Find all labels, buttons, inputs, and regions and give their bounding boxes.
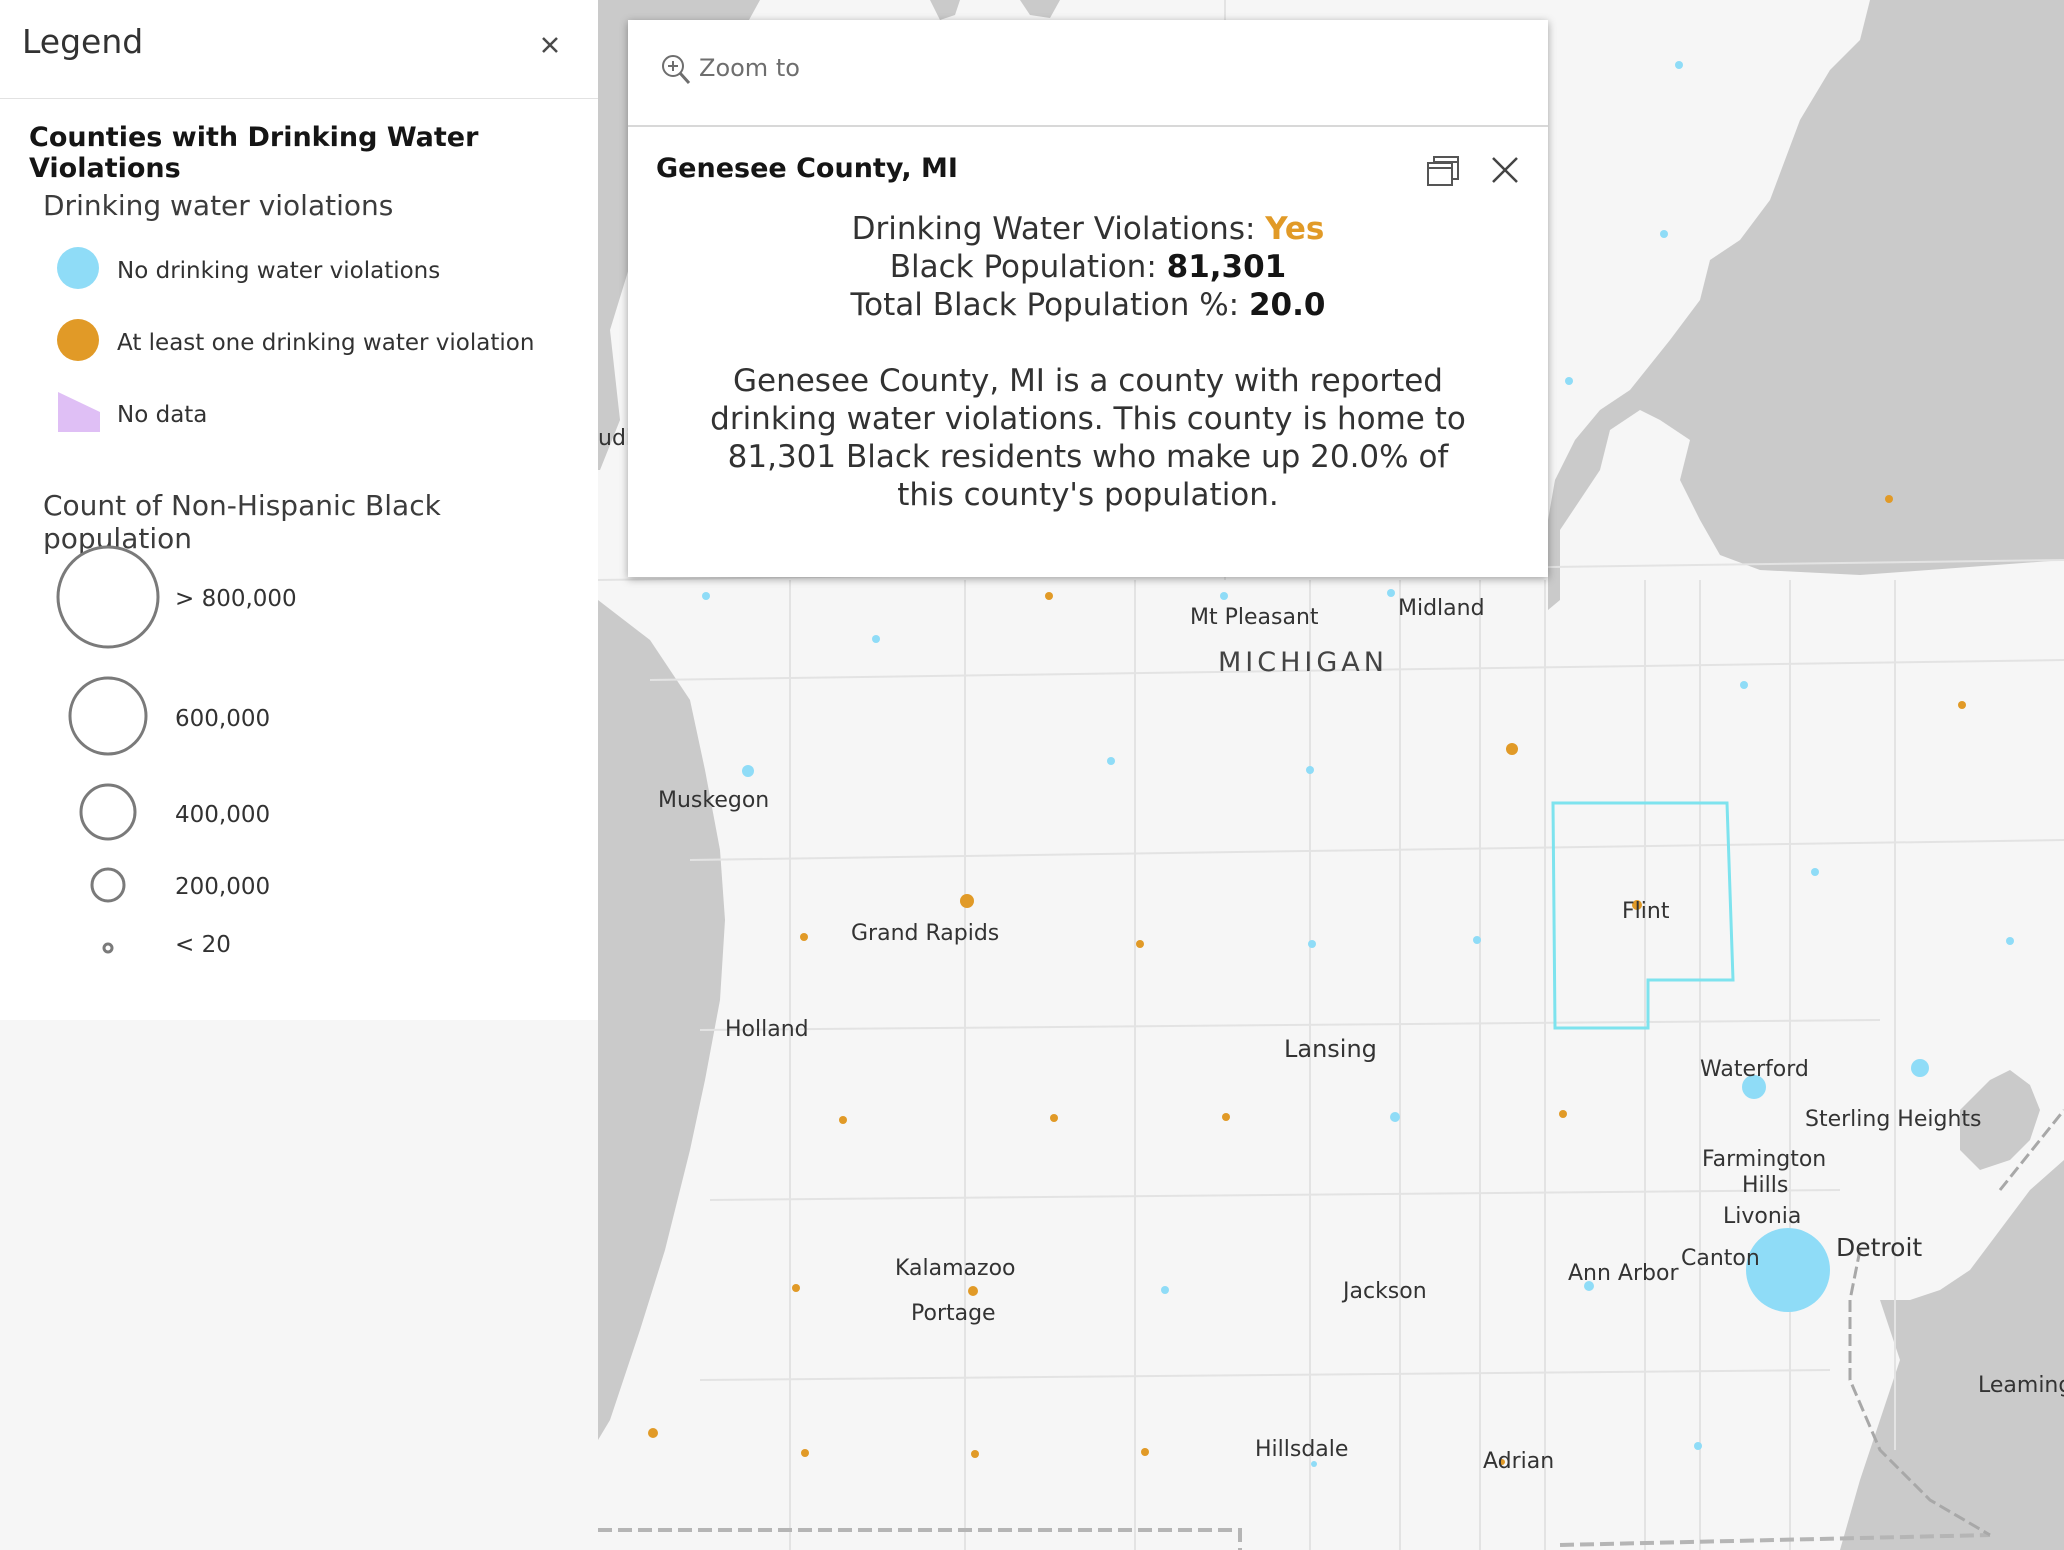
popup-description: Genesee County, MI is a county with repo… — [710, 363, 1466, 513]
county-dot[interactable] — [1387, 589, 1395, 597]
city-label: Farmington — [1702, 1147, 1826, 1172]
county-dot[interactable] — [1506, 743, 1518, 755]
population-row: Black Population: 81,301 — [668, 248, 1508, 286]
county-dot[interactable] — [1694, 1442, 1702, 1450]
city-label: Kalamazoo — [895, 1256, 1016, 1281]
county-dot[interactable] — [1308, 940, 1316, 948]
county-dot[interactable] — [1222, 1113, 1230, 1121]
population-label: Black Population: — [889, 249, 1157, 285]
legend-panel: Legend Counties with Drinking Water Viol… — [0, 0, 598, 1020]
city-label: Portage — [911, 1301, 996, 1326]
size-symbol — [102, 942, 114, 954]
county-dot[interactable] — [839, 1116, 847, 1124]
county-dot[interactable] — [1675, 61, 1683, 69]
violations-row: Drinking Water Violations: Yes — [668, 210, 1508, 248]
violations-label: Drinking Water Violations: — [851, 211, 1256, 247]
county-dot[interactable] — [1660, 230, 1668, 238]
size-legend — [56, 545, 160, 954]
size-symbol — [90, 867, 126, 903]
county-dot[interactable] — [1107, 757, 1115, 765]
size-symbol — [79, 783, 137, 841]
size-symbol — [68, 676, 148, 756]
city-label: Mt Pleasant — [1190, 605, 1319, 630]
county-dot[interactable] — [960, 894, 974, 908]
city-label: udi — [598, 426, 632, 451]
county-dot[interactable] — [1141, 1448, 1149, 1456]
size-label: < 20 — [175, 932, 231, 958]
city-label: Midland — [1398, 596, 1485, 621]
county-dot[interactable] — [702, 592, 710, 600]
city-label: Lansing — [1284, 1035, 1377, 1063]
city-label: Detroit — [1836, 1233, 1922, 1262]
county-dot[interactable] — [971, 1450, 979, 1458]
city-label: Muskegon — [658, 788, 769, 813]
city-label: Hills — [1742, 1173, 1788, 1198]
zoom-to-button[interactable]: Zoom to — [628, 20, 1548, 127]
county-dot[interactable] — [1220, 592, 1228, 600]
city-label: Canton — [1681, 1246, 1760, 1271]
violations-value: Yes — [1265, 211, 1325, 247]
size-label: 400,000 — [175, 802, 271, 828]
city-label: Leaming — [1978, 1373, 2064, 1398]
state-label: MICHIGAN — [1218, 647, 1388, 678]
percent-label: Total Black Population %: — [850, 287, 1240, 323]
city-label: Grand Rapids — [851, 921, 999, 946]
county-dot[interactable] — [872, 635, 880, 643]
county-dot[interactable] — [1390, 1112, 1400, 1122]
size-symbol — [56, 545, 160, 649]
county-dot[interactable] — [648, 1428, 658, 1438]
size-label: > 800,000 — [175, 586, 297, 612]
county-dot[interactable] — [1161, 1286, 1169, 1294]
city-label: Livonia — [1723, 1204, 1801, 1229]
percent-row: Total Black Population %: 20.0 — [668, 286, 1508, 324]
county-dot[interactable] — [1306, 766, 1314, 774]
city-label: Ann Arbor — [1568, 1261, 1679, 1286]
county-dot[interactable] — [801, 1449, 809, 1457]
county-dot[interactable] — [1911, 1059, 1929, 1077]
county-dot[interactable] — [1050, 1114, 1058, 1122]
size-label: 600,000 — [175, 706, 271, 732]
county-dot[interactable] — [1885, 495, 1893, 503]
city-label: Adrian — [1483, 1449, 1554, 1474]
county-dot[interactable] — [1473, 936, 1481, 944]
county-dot[interactable] — [1136, 940, 1144, 948]
population-value: 81,301 — [1166, 249, 1287, 285]
close-icon[interactable] — [1488, 153, 1522, 187]
county-dot[interactable] — [1958, 701, 1966, 709]
city-label: Flint — [1622, 899, 1670, 924]
county-dot[interactable] — [1045, 592, 1053, 600]
county-dot[interactable] — [1811, 868, 1819, 876]
county-dot[interactable] — [742, 765, 754, 777]
county-dot[interactable] — [1740, 681, 1748, 689]
zoom-to-label: Zoom to — [699, 54, 800, 82]
popup-title: Genesee County, MI — [656, 153, 958, 184]
feature-popup: Zoom to Genesee County, MI Drinking Wate… — [628, 20, 1548, 577]
zoom-in-icon — [662, 55, 691, 85]
city-label: Holland — [725, 1017, 809, 1042]
county-dot[interactable] — [1565, 377, 1573, 385]
county-dot[interactable] — [792, 1284, 800, 1292]
county-dot[interactable] — [2006, 937, 2014, 945]
size-label: 200,000 — [175, 874, 271, 900]
county-dot[interactable] — [800, 933, 808, 941]
city-label: Waterford — [1700, 1057, 1809, 1082]
city-label: Jackson — [1341, 1279, 1427, 1304]
city-label: Hillsdale — [1255, 1437, 1348, 1462]
county-dot[interactable] — [968, 1286, 978, 1296]
dock-icon[interactable] — [1425, 153, 1461, 189]
county-dot[interactable] — [1559, 1110, 1567, 1118]
percent-value: 20.0 — [1248, 287, 1326, 323]
popup-content: Drinking Water Violations: Yes Black Pop… — [668, 210, 1508, 514]
city-label: Sterling Heights — [1805, 1107, 1981, 1132]
